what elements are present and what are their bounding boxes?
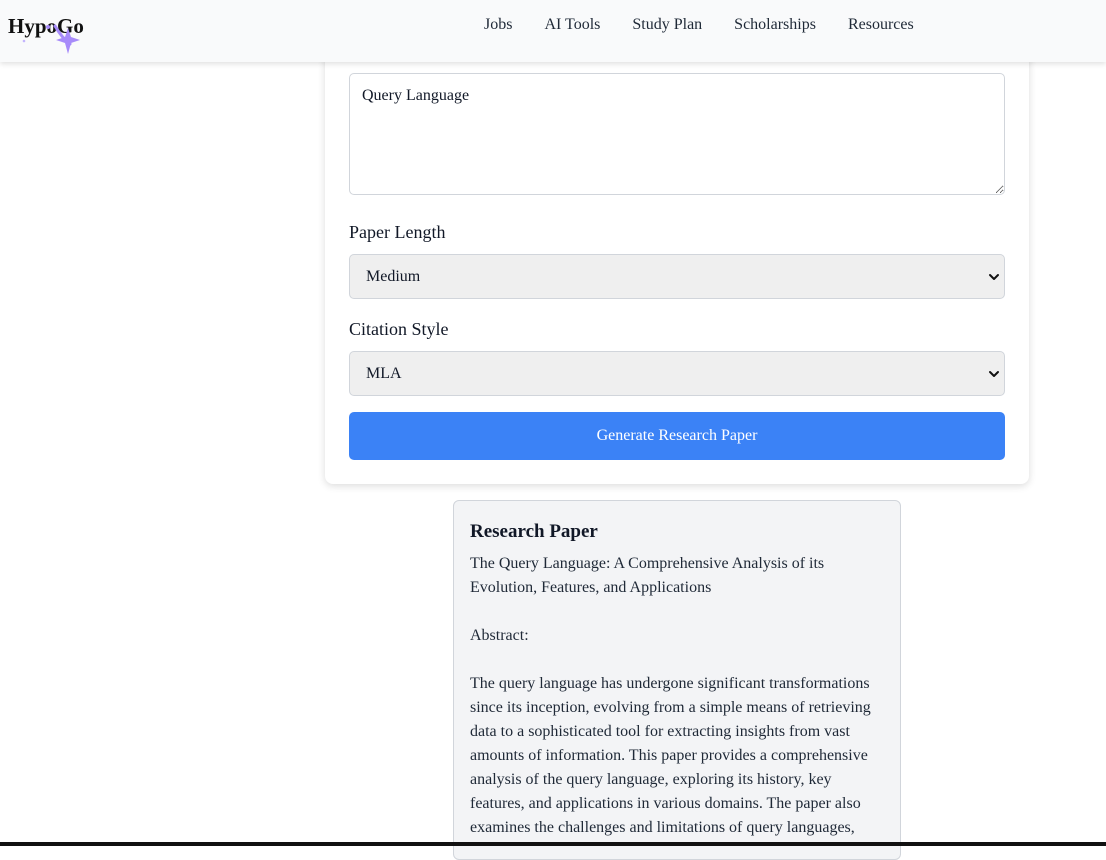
paper-form-card: Query Language Paper Length Medium Citat… — [325, 40, 1029, 484]
citation-style-label: Citation Style — [349, 319, 449, 339]
paper-title: The Query Language: A Comprehensive Anal… — [470, 555, 825, 596]
paper-length-value: Medium — [366, 268, 421, 285]
generate-research-paper-button[interactable]: Generate Research Paper — [349, 412, 1005, 460]
paper-length-select[interactable]: Medium — [349, 254, 1005, 299]
nav-resources[interactable]: Resources — [848, 16, 914, 34]
nav-jobs[interactable]: Jobs — [484, 16, 512, 34]
citation-style-value: MLA — [366, 365, 402, 382]
sparkle-icon — [22, 24, 80, 54]
result-heading: Research Paper — [470, 521, 598, 542]
topic-textarea[interactable]: Query Language — [349, 73, 1005, 195]
chevron-down-icon — [989, 371, 999, 377]
paper-length-label: Paper Length — [349, 222, 446, 242]
nav-ai-tools[interactable]: AI Tools — [544, 16, 600, 34]
nav-links: Jobs AI Tools Study Plan Scholarships Re… — [484, 16, 914, 34]
abstract-body: The query language has undergone signifi… — [470, 675, 871, 836]
nav-study-plan[interactable]: Study Plan — [632, 16, 702, 34]
citation-style-select[interactable]: MLA — [349, 351, 1005, 396]
research-paper-output: Research Paper The Query Language: A Com… — [453, 500, 901, 860]
bottom-edge-bar — [0, 842, 1106, 846]
abstract-heading: Abstract: — [470, 627, 529, 644]
chevron-down-icon — [989, 274, 999, 280]
nav-scholarships[interactable]: Scholarships — [734, 16, 816, 34]
top-navbar: HypoGo Jobs AI Tools Study Plan Scholars… — [0, 0, 1106, 62]
